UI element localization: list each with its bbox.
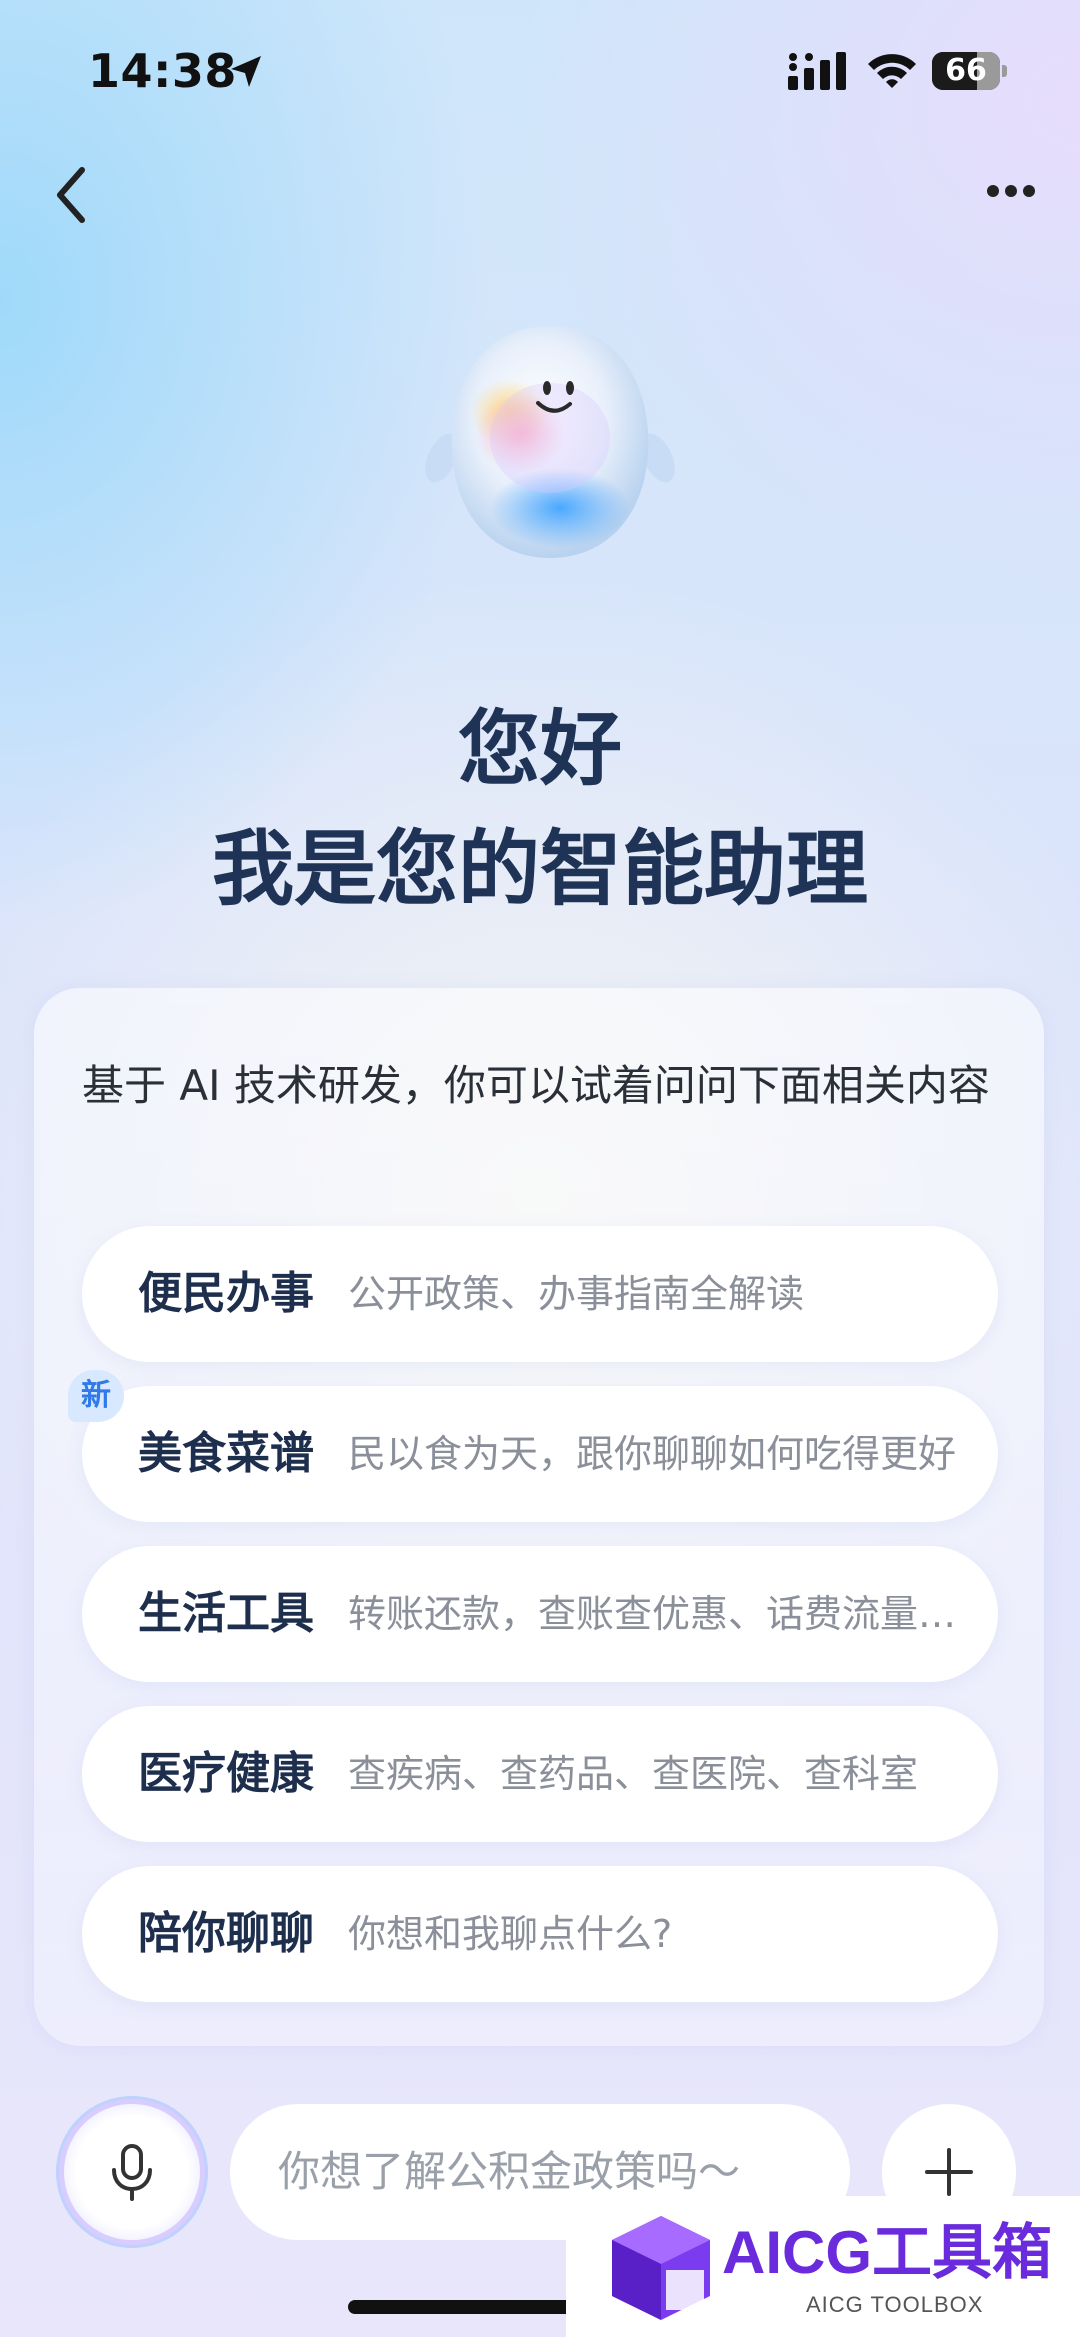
watermark-title: AICG工具箱 [722,2219,1052,2286]
suggestion-title: 便民办事 [138,1268,314,1319]
watermark-subtitle: AICG TOOLBOX [806,2292,984,2317]
battery-icon: 66 [932,52,1008,90]
suggestion-life-tools[interactable]: 生活工具 转账还款，查账查优惠、话费流量… [82,1546,998,1682]
wifi-icon [868,54,916,88]
greeting-subtitle: 我是您的智能助理 [211,822,868,917]
assistant-mascot [425,326,675,558]
new-badge: 新 [68,1370,124,1422]
suggestion-convenience-services[interactable]: 便民办事 公开政策、办事指南全解读 [82,1226,998,1362]
voice-input-button[interactable] [64,2104,200,2240]
suggestion-desc: 查疾病、查药品、查医院、查科室 [348,1752,919,1796]
suggestion-desc: 转账还款，查账查优惠、话费流量… [348,1592,957,1636]
suggestion-desc: 你想和我聊点什么? [348,1912,673,1956]
location-arrow-icon [231,56,261,87]
battery-percent: 66 [945,53,987,88]
suggestion-title: 生活工具 [138,1588,314,1639]
suggestion-chat-with-you[interactable]: 陪你聊聊 你想和我聊点什么? [82,1866,998,2002]
watermark: AICG工具箱 AICG TOOLBOX [566,2196,1080,2337]
cellular-signal-icon [788,52,846,90]
status-time: 14:38 [88,44,237,98]
suggestion-title: 美食菜谱 [138,1428,314,1479]
suggestion-medical-health[interactable]: 医疗健康 查疾病、查药品、查医院、查科室 [82,1706,998,1842]
status-bar: 14:38 66 [0,0,1080,140]
microphone-icon [112,2144,152,2201]
plus-icon [925,2148,973,2196]
intro-text: 基于 AI 技术研发，你可以试着问问下面相关内容 [82,1061,990,1110]
suggestion-title: 陪你聊聊 [138,1908,314,1959]
suggestion-title: 医疗健康 [138,1748,314,1799]
aicg-logo [612,2216,710,2320]
more-dots-icon[interactable] [986,176,1036,206]
suggestion-desc: 民以食为天，跟你聊聊如何吃得更好 [348,1432,957,1476]
back-chevron-icon[interactable] [44,160,100,230]
suggestion-desc: 公开政策、办事指南全解读 [348,1272,805,1316]
greeting-title: 您好 [457,702,622,797]
suggestion-food-recipes[interactable]: 新 美食菜谱 民以食为天，跟你聊聊如何吃得更好 [68,1370,998,1522]
